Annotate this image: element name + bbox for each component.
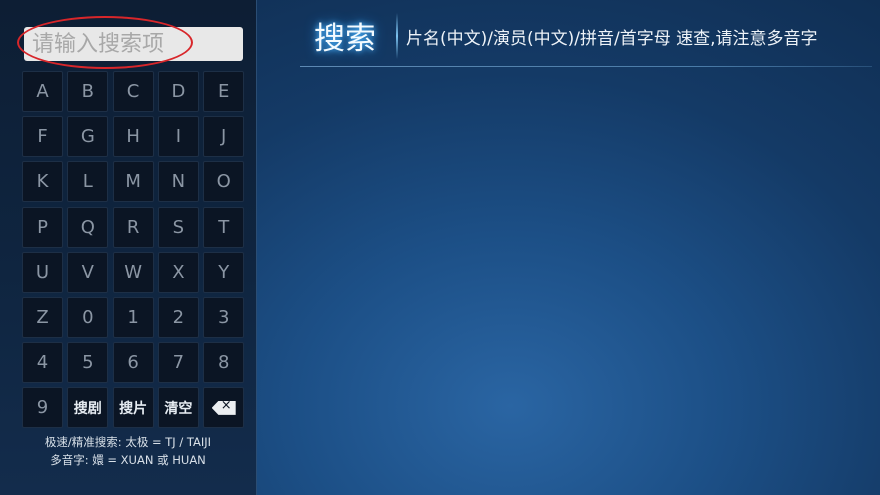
hint-fast-search: 极速/精准搜索: 太极 = TJ / TAIJI — [44, 435, 212, 449]
title-divider — [396, 13, 398, 59]
search-drama-button[interactable]: 搜剧 — [67, 387, 109, 429]
backspace-icon — [211, 400, 236, 415]
key-n[interactable]: N — [157, 161, 199, 203]
header-divider — [300, 66, 872, 67]
key-5[interactable]: 5 — [67, 342, 109, 384]
key-o[interactable]: O — [203, 161, 245, 203]
key-a[interactable]: A — [22, 71, 63, 112]
key-h[interactable]: H — [112, 116, 154, 158]
virtual-keyboard: A B C D E F G H I J K L M N O P Q R S T … — [22, 71, 245, 429]
key-r[interactable]: R — [112, 206, 154, 248]
key-8[interactable]: 8 — [203, 342, 245, 384]
key-d[interactable]: D — [157, 71, 199, 112]
key-g[interactable]: G — [67, 116, 109, 158]
key-e[interactable]: E — [203, 71, 245, 112]
key-u[interactable]: U — [22, 251, 63, 293]
search-movie-button[interactable]: 搜片 — [112, 387, 154, 429]
key-p[interactable]: P — [22, 206, 63, 248]
key-w[interactable]: W — [112, 251, 154, 293]
key-q[interactable]: Q — [67, 206, 109, 248]
keyboard-panel: A B C D E F G H I J K L M N O P Q R S T … — [0, 0, 257, 495]
key-v[interactable]: V — [67, 251, 109, 293]
key-1[interactable]: 1 — [112, 296, 154, 338]
key-s[interactable]: S — [157, 206, 199, 248]
search-box[interactable] — [24, 27, 243, 61]
key-c[interactable]: C — [112, 71, 154, 112]
clear-button[interactable]: 清空 — [157, 387, 199, 429]
key-9[interactable]: 9 — [22, 387, 63, 429]
key-x[interactable]: X — [157, 251, 199, 293]
search-instructions: 片名(中文)/演员(中文)/拼音/首字母 速查,请注意多音字 — [406, 29, 818, 49]
key-z[interactable]: Z — [22, 296, 63, 338]
key-f[interactable]: F — [22, 116, 63, 158]
key-6[interactable]: 6 — [112, 342, 154, 384]
key-i[interactable]: I — [157, 116, 199, 158]
key-j[interactable]: J — [203, 116, 245, 158]
key-0[interactable]: 0 — [67, 296, 109, 338]
key-l[interactable]: L — [67, 161, 109, 203]
key-4[interactable]: 4 — [22, 342, 63, 384]
key-b[interactable]: B — [67, 71, 109, 112]
key-2[interactable]: 2 — [157, 296, 199, 338]
page-title: 搜索 — [314, 21, 376, 57]
key-y[interactable]: Y — [203, 251, 245, 293]
key-3[interactable]: 3 — [203, 296, 245, 338]
key-k[interactable]: K — [22, 161, 63, 203]
backspace-button[interactable] — [203, 387, 245, 429]
hint-polyphone: 多音字: 嬛 = XUAN 或 HUAN — [50, 453, 206, 467]
search-input[interactable] — [24, 27, 243, 61]
key-t[interactable]: T — [203, 206, 245, 248]
key-m[interactable]: M — [112, 161, 154, 203]
key-7[interactable]: 7 — [157, 342, 199, 384]
